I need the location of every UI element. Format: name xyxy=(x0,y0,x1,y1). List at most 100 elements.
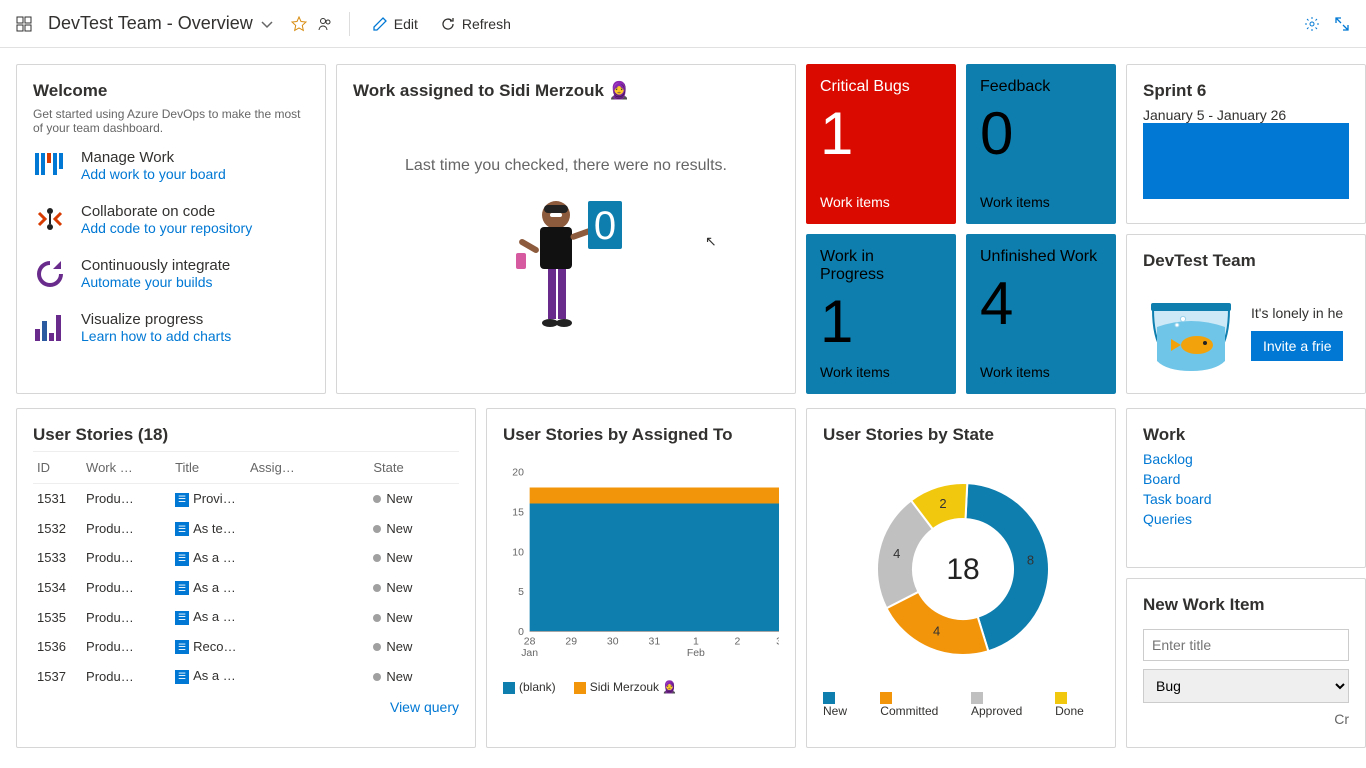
donut-legend: NewCommittedApprovedDone xyxy=(823,690,1099,718)
table-row[interactable]: 1536 Produ… ☰Recommended products… New xyxy=(33,632,459,662)
metric-tile[interactable]: Work in Progress 1 Work items xyxy=(806,234,956,394)
assigned-title: Work assigned to Sidi Merzouk 🧕 xyxy=(353,81,779,101)
legend-item: New xyxy=(823,690,862,718)
workitem-icon: ☰ xyxy=(175,640,189,654)
welcome-item: Manage Work Add work to your board xyxy=(33,149,309,183)
expand-icon[interactable] xyxy=(1334,16,1350,32)
svg-text:15: 15 xyxy=(512,507,524,518)
nwi-title: New Work Item xyxy=(1143,595,1349,615)
people-icon[interactable] xyxy=(317,16,333,32)
star-icon[interactable] xyxy=(291,16,307,32)
assigned-widget: Work assigned to Sidi Merzouk 🧕 Last tim… xyxy=(336,64,796,394)
workitem-icon: ☰ xyxy=(175,552,189,566)
workitem-icon: ☰ xyxy=(175,611,189,625)
gear-icon[interactable] xyxy=(1304,16,1320,32)
work-title: Work xyxy=(1143,425,1349,445)
work-link[interactable]: Queries xyxy=(1143,511,1349,527)
metric-value: 1 xyxy=(820,104,942,164)
column-header[interactable]: Assig… xyxy=(246,452,369,484)
table-row[interactable]: 1531 Produ… ☰Provide related items or … … xyxy=(33,484,459,514)
welcome-item-title: Visualize progress xyxy=(81,311,231,328)
area-chart-legend: (blank)Sidi Merzouk 🧕 xyxy=(503,680,779,694)
new-work-item-widget: New Work Item Bug Cr xyxy=(1126,578,1366,748)
refresh-icon xyxy=(440,16,456,32)
metric-tile[interactable]: Feedback 0 Work items xyxy=(966,64,1116,224)
view-query-link[interactable]: View query xyxy=(390,699,459,715)
refresh-button[interactable]: Refresh xyxy=(434,12,517,36)
svg-text:Jan: Jan xyxy=(521,648,538,659)
welcome-item-icon xyxy=(33,311,67,345)
donut-title: User Stories by State xyxy=(823,425,1099,445)
nwi-create-button[interactable]: Cr xyxy=(1143,711,1349,727)
column-header[interactable]: Title xyxy=(171,452,246,484)
table-row[interactable]: 1537 Produ… ☰As a customer, I would li… … xyxy=(33,661,459,691)
table-row[interactable]: 1532 Produ… ☰As tester, I need to test t… xyxy=(33,514,459,544)
sprint-title: Sprint 6 xyxy=(1143,81,1349,101)
table-row[interactable]: 1535 Produ… ☰As a customer, I would li… … xyxy=(33,602,459,632)
welcome-widget: Welcome Get started using Azure DevOps t… xyxy=(16,64,326,394)
area-chart-title: User Stories by Assigned To xyxy=(503,425,779,445)
nwi-type-select[interactable]: Bug xyxy=(1143,669,1349,703)
invite-friend-button[interactable]: Invite a frie xyxy=(1251,331,1343,361)
welcome-subtitle: Get started using Azure DevOps to make t… xyxy=(33,107,309,135)
legend-item: (blank) xyxy=(503,680,556,694)
table-row[interactable]: 1534 Produ… ☰As a customer, I should … N… xyxy=(33,573,459,603)
stories-title: User Stories (18) xyxy=(33,425,459,445)
svg-text:2: 2 xyxy=(735,637,741,648)
welcome-item-link[interactable]: Learn how to add charts xyxy=(81,328,231,344)
team-title: DevTest Team xyxy=(1143,251,1256,271)
metric-label: Critical Bugs xyxy=(820,78,942,96)
dashboard-title: DevTest Team - Overview xyxy=(48,13,253,34)
workitem-icon: ☰ xyxy=(175,670,189,684)
welcome-item-icon xyxy=(33,257,67,291)
sprint-widget[interactable]: Sprint 6 January 5 - January 26 xyxy=(1126,64,1366,224)
svg-text:10: 10 xyxy=(512,547,524,558)
welcome-item-link[interactable]: Automate your builds xyxy=(81,274,213,290)
workitem-icon: ☰ xyxy=(175,581,189,595)
svg-text:2: 2 xyxy=(939,496,946,511)
workitem-icon: ☰ xyxy=(175,493,189,507)
chevron-down-icon xyxy=(259,16,275,32)
welcome-item-title: Continuously integrate xyxy=(81,257,230,274)
metric-tile[interactable]: Unfinished Work 4 Work items xyxy=(966,234,1116,394)
welcome-item-icon xyxy=(33,203,67,237)
svg-text:4: 4 xyxy=(933,624,940,639)
work-link[interactable]: Backlog xyxy=(1143,451,1349,467)
svg-text:28: 28 xyxy=(524,637,536,648)
column-header[interactable]: ID xyxy=(33,452,82,484)
metric-label: Work in Progress xyxy=(820,248,942,284)
toolbar: DevTest Team - Overview Edit Refresh xyxy=(0,0,1366,48)
donut-chart: 8 4 4 2 18 xyxy=(823,451,1103,681)
svg-text:0: 0 xyxy=(594,204,616,248)
edit-label: Edit xyxy=(394,16,418,32)
table-row[interactable]: 1533 Produ… ☰As a customer, I should … N… xyxy=(33,543,459,573)
fishbowl-icon xyxy=(1143,293,1239,373)
welcome-item-link[interactable]: Add code to your repository xyxy=(81,220,252,236)
metric-label: Unfinished Work xyxy=(980,248,1102,266)
work-links-widget: Work Backlog Board Task board Queries xyxy=(1126,408,1366,568)
svg-text:Feb: Feb xyxy=(687,648,705,659)
metric-tile[interactable]: Critical Bugs 1 Work items xyxy=(806,64,956,224)
metric-footer: Work items xyxy=(820,364,942,380)
area-chart: 0510152028Jan2930311Feb23 xyxy=(503,451,779,671)
column-header[interactable]: Work … xyxy=(82,452,171,484)
svg-text:18: 18 xyxy=(946,553,979,586)
work-link[interactable]: Task board xyxy=(1143,491,1349,507)
edit-button[interactable]: Edit xyxy=(366,12,424,36)
team-lonely-text: It's lonely in he xyxy=(1251,305,1343,321)
metric-footer: Work items xyxy=(820,194,942,210)
work-link[interactable]: Board xyxy=(1143,471,1349,487)
svg-text:4: 4 xyxy=(893,546,900,561)
donut-widget: User Stories by State 8 4 4 2 18 NewCommitte… xyxy=(806,408,1116,748)
welcome-item-link[interactable]: Add work to your board xyxy=(81,166,226,182)
dashboard-selector[interactable]: DevTest Team - Overview xyxy=(42,9,281,38)
svg-text:31: 31 xyxy=(649,637,661,648)
nwi-title-input[interactable] xyxy=(1143,629,1349,661)
svg-text:8: 8 xyxy=(1027,553,1034,568)
column-header[interactable]: State xyxy=(369,452,459,484)
refresh-label: Refresh xyxy=(462,16,511,32)
svg-text:30: 30 xyxy=(607,637,619,648)
welcome-item-icon xyxy=(33,149,67,183)
welcome-item: Continuously integrate Automate your bui… xyxy=(33,257,309,291)
area-chart-widget: User Stories by Assigned To 0510152028Ja… xyxy=(486,408,796,748)
